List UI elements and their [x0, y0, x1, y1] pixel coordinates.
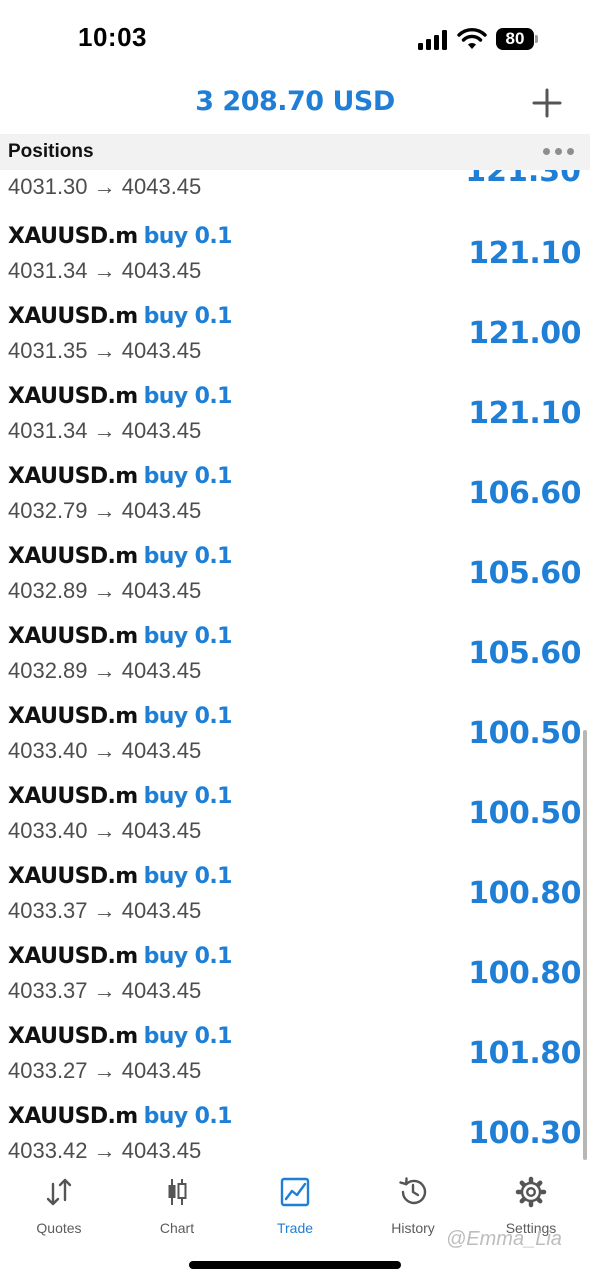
position-prices: 4033.27 → 4043.45 — [8, 1058, 202, 1083]
position-side: buy 0.1 — [143, 944, 233, 969]
more-options-icon[interactable] — [543, 148, 575, 156]
position-prices: 4033.37 → 4043.45 — [8, 978, 202, 1003]
history-icon — [399, 1177, 427, 1205]
position-row[interactable]: XAUUSD.m buy 0.1 4031.34 → 4043.45 121.10 — [0, 376, 590, 456]
positions-list[interactable]: 121.30 4031.30 → 4043.45 XAUUSD.m buy 0.1… — [0, 170, 590, 1160]
position-profit: 101.80 — [468, 1036, 581, 1071]
position-prices: 4032.89 → 4043.45 — [8, 578, 202, 603]
position-side: buy 0.1 — [143, 224, 233, 249]
position-profit: 100.30 — [468, 1116, 581, 1151]
position-side: buy 0.1 — [143, 384, 233, 409]
position-profit: 100.50 — [468, 716, 581, 751]
position-symbol: XAUUSD.m — [8, 704, 138, 729]
watermark-text: @Emma_Lia — [446, 1228, 562, 1250]
positions-section-header: Positions — [0, 134, 590, 170]
position-symbol: XAUUSD.m — [8, 384, 138, 409]
position-symbol: XAUUSD.m — [8, 624, 138, 649]
position-prices: 4031.30 → 4043.45 — [8, 174, 202, 199]
position-side: buy 0.1 — [143, 704, 233, 729]
position-profit: 121.30 — [465, 170, 581, 189]
position-side: buy 0.1 — [143, 544, 233, 569]
position-row[interactable]: XAUUSD.m buy 0.1 4033.37 → 4043.45 100.80 — [0, 936, 590, 1016]
positions-title: Positions — [8, 141, 94, 162]
tab-chart-label: Chart — [159, 1220, 195, 1236]
position-profit: 121.10 — [468, 396, 581, 431]
position-row[interactable]: XAUUSD.m buy 0.1 4031.35 → 4043.45 121.00 — [0, 296, 590, 376]
position-side: buy 0.1 — [143, 784, 233, 809]
tab-quotes[interactable]: Quotes — [0, 1176, 118, 1246]
position-symbol: XAUUSD.m — [8, 944, 138, 969]
position-prices: 4031.34 → 4043.45 — [8, 418, 202, 443]
battery-cap — [535, 35, 538, 43]
position-profit: 100.80 — [468, 956, 581, 991]
position-profit: 121.00 — [468, 316, 581, 351]
position-profit: 121.10 — [468, 236, 581, 271]
position-row[interactable]: XAUUSD.m buy 0.1 4032.79 → 4043.45 106.60 — [0, 456, 590, 536]
position-side: buy 0.1 — [143, 624, 233, 649]
status-bar: 10:03 80 — [0, 0, 590, 80]
position-symbol: XAUUSD.m — [8, 1024, 138, 1049]
position-prices: 4031.35 → 4043.45 — [8, 338, 202, 363]
position-row[interactable]: XAUUSD.m buy 0.1 4033.27 → 4043.45 101.80 — [0, 1016, 590, 1096]
battery-icon: 80 — [496, 28, 538, 50]
trade-icon — [280, 1177, 310, 1207]
position-row[interactable]: XAUUSD.m buy 0.1 4033.40 → 4043.45 100.50 — [0, 776, 590, 856]
position-side: buy 0.1 — [143, 864, 233, 889]
chart-icon — [168, 1179, 187, 1205]
position-prices: 4033.37 → 4043.45 — [8, 898, 202, 923]
battery-level: 80 — [496, 28, 534, 50]
position-prices: 4032.79 → 4043.45 — [8, 498, 202, 523]
position-row[interactable]: XAUUSD.m buy 0.1 4032.89 → 4043.45 105.60 — [0, 536, 590, 616]
position-profit: 100.50 — [468, 796, 581, 831]
quotes-icon — [46, 1178, 72, 1206]
position-side: buy 0.1 — [143, 1104, 233, 1129]
position-symbol: XAUUSD.m — [8, 1104, 138, 1129]
position-prices: 4033.40 → 4043.45 — [8, 818, 202, 843]
position-row[interactable]: XAUUSD.m buy 0.1 4032.89 → 4043.45 105.60 — [0, 616, 590, 696]
position-row[interactable]: XAUUSD.m buy 0.1 4031.34 → 4043.45 121.10 — [0, 216, 590, 296]
tab-trade[interactable]: Trade — [236, 1176, 354, 1246]
position-symbol: XAUUSD.m — [8, 784, 138, 809]
position-row[interactable]: XAUUSD.m buy 0.1 4033.42 → 4043.45 100.30 — [0, 1096, 590, 1160]
position-row-partial[interactable]: 121.30 4031.30 → 4043.45 — [0, 170, 590, 206]
position-profit: 105.60 — [468, 636, 581, 671]
home-indicator[interactable] — [189, 1261, 401, 1269]
account-balance: 3 208.70 USD — [195, 86, 395, 117]
position-symbol: XAUUSD.m — [8, 864, 138, 889]
position-prices: 4033.40 → 4043.45 — [8, 738, 202, 763]
position-profit: 106.60 — [468, 476, 581, 511]
position-symbol: XAUUSD.m — [8, 304, 138, 329]
wifi-icon — [457, 28, 487, 49]
position-row[interactable]: XAUUSD.m buy 0.1 4033.37 → 4043.45 100.80 — [0, 856, 590, 936]
position-prices: 4033.42 → 4043.45 — [8, 1138, 202, 1160]
position-symbol: XAUUSD.m — [8, 224, 138, 249]
tab-quotes-label: Quotes — [36, 1220, 82, 1236]
position-symbol: XAUUSD.m — [8, 464, 138, 489]
position-side: buy 0.1 — [143, 1024, 233, 1049]
position-side: buy 0.1 — [143, 304, 233, 329]
position-symbol: XAUUSD.m — [8, 544, 138, 569]
tab-chart[interactable]: Chart — [118, 1176, 236, 1246]
position-profit: 105.60 — [468, 556, 581, 591]
position-profit: 100.80 — [468, 876, 581, 911]
position-side: buy 0.1 — [143, 464, 233, 489]
position-prices: 4032.89 → 4043.45 — [8, 658, 202, 683]
position-row[interactable]: XAUUSD.m buy 0.1 4033.40 → 4043.45 100.50 — [0, 696, 590, 776]
tab-trade-label: Trade — [276, 1220, 314, 1236]
header: 3 208.70 USD — [0, 80, 590, 134]
settings-icon — [515, 1176, 547, 1208]
status-time: 10:03 — [78, 22, 147, 52]
list-scrollbar[interactable] — [583, 730, 587, 1160]
add-order-button[interactable] — [530, 86, 564, 120]
cellular-signal-icon — [418, 30, 447, 50]
position-prices: 4031.34 → 4043.45 — [8, 258, 202, 283]
